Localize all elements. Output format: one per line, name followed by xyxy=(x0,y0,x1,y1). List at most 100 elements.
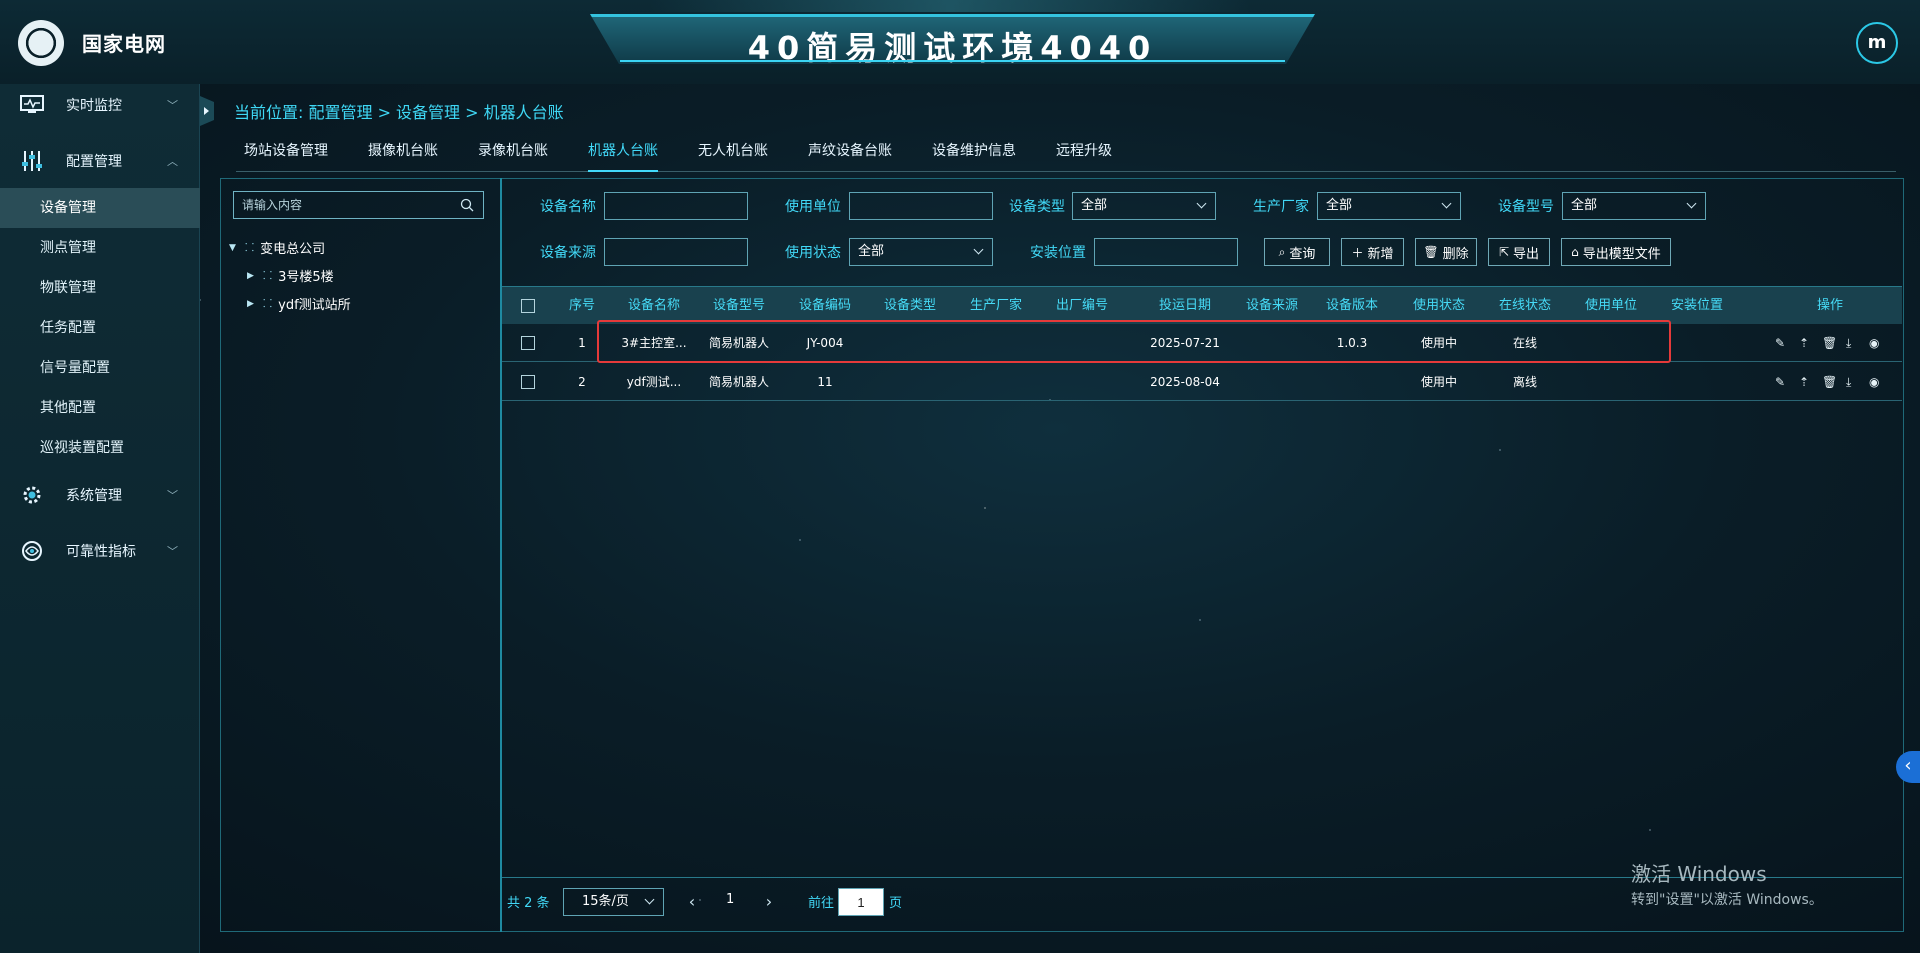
use-unit-input[interactable] xyxy=(849,192,993,220)
submenu-other-config[interactable]: 其他配置 xyxy=(0,388,200,428)
cell-date: 2025-08-04 xyxy=(1150,375,1220,389)
pagination-total: 共 2 条 xyxy=(507,896,550,911)
tree-node-label: 3号楼5楼 xyxy=(278,270,334,285)
sidebar-item-realtime-monitor[interactable]: 实时监控 ﹀ xyxy=(0,84,200,126)
download-icon[interactable]: ⤓ xyxy=(1846,324,1851,362)
home-icon: ⌂ xyxy=(1571,245,1579,259)
row-checkbox[interactable] xyxy=(521,375,535,389)
device-name-input[interactable] xyxy=(604,192,748,220)
tree-search-input[interactable] xyxy=(233,191,484,219)
cell-use-status: 使用中 xyxy=(1420,375,1457,389)
breadcrumb: 当前位置: 配置管理 > 设备管理 > 机器人台账 xyxy=(234,103,564,122)
button-label: 导出 xyxy=(1513,246,1540,262)
select-value: 全部 xyxy=(1081,198,1108,213)
filter-label-device-name: 设备名称 xyxy=(540,199,596,215)
goto-page-input[interactable] xyxy=(838,888,884,916)
device-type-select[interactable]: 全部 xyxy=(1072,192,1216,220)
eye-icon[interactable]: ◉ xyxy=(1869,363,1879,401)
tab-station-devices[interactable]: 场站设备管理 xyxy=(244,140,328,172)
sidebar-collapse-toggle[interactable] xyxy=(200,96,214,126)
install-location-input[interactable] xyxy=(1094,238,1238,266)
tab-voiceprint-ledger[interactable]: 声纹设备台账 xyxy=(808,140,892,172)
cell-maker xyxy=(956,363,1036,401)
page-size-select[interactable]: 15条/页 xyxy=(563,888,664,916)
tab-recorder-ledger[interactable]: 录像机台账 xyxy=(478,140,548,172)
sidebar-item-config[interactable]: 配置管理 ︿ xyxy=(0,140,200,182)
watermark-line2: 转到"设置"以激活 Windows。 xyxy=(1631,892,1823,908)
row-checkbox[interactable] xyxy=(521,336,535,350)
edit-icon[interactable]: ✎ xyxy=(1775,324,1785,362)
cell-source xyxy=(1232,363,1312,401)
chevron-down-icon xyxy=(1441,198,1452,209)
chevron-up-icon: ︿ xyxy=(167,155,178,168)
export-icon: ⇱ xyxy=(1498,245,1510,259)
tab-drone-ledger[interactable]: 无人机台账 xyxy=(698,140,768,172)
export-button[interactable]: ⇱ 导出 xyxy=(1488,238,1550,266)
current-page[interactable]: 1 xyxy=(726,892,734,907)
submenu-measure-point[interactable]: 测点管理 xyxy=(0,228,200,268)
table-header: 序号 设备名称 设备型号 设备编码 设备类型 生产厂家 出厂编号 投运日期 设备… xyxy=(502,286,1902,324)
prev-page-button[interactable]: ‹ xyxy=(684,890,700,914)
manufacturer-select[interactable]: 全部 xyxy=(1317,192,1461,220)
tree-node-child[interactable]: ▶ ⸬ 3号楼5楼 xyxy=(247,266,334,285)
chevron-down-icon xyxy=(644,894,655,905)
edit-icon[interactable]: ✎ xyxy=(1775,363,1785,401)
tree-node-root[interactable]: ▼ ⸬ 变电总公司 xyxy=(229,238,325,257)
gear-icon xyxy=(18,481,46,509)
button-label: 查询 xyxy=(1289,246,1316,262)
tab-maintenance-info[interactable]: 设备维护信息 xyxy=(932,140,1016,172)
search-icon[interactable] xyxy=(460,198,474,212)
delete-button[interactable]: 🗑 删除 xyxy=(1415,238,1477,266)
goto-label: 前往 xyxy=(808,896,835,911)
tab-robot-ledger[interactable]: 机器人台账 xyxy=(588,140,658,172)
filter-label-device-type: 设备类型 xyxy=(1009,199,1065,215)
title-plate: 40简易测试环境4040 xyxy=(590,14,1315,64)
filter-label-device-source: 设备来源 xyxy=(540,245,596,261)
sidebar-item-reliability[interactable]: 可靠性指标 ﹀ xyxy=(0,530,200,572)
sidebar-item-label: 系统管理 xyxy=(66,488,122,504)
use-status-select[interactable]: 全部 xyxy=(849,238,993,266)
sidebar-item-label: 配置管理 xyxy=(66,154,122,170)
org-icon: ⸬ xyxy=(245,241,255,254)
filter-label-use-unit: 使用单位 xyxy=(785,199,841,215)
caret-down-icon: ▼ xyxy=(229,242,236,253)
target-icon xyxy=(18,537,46,565)
avatar[interactable]: m xyxy=(1856,22,1898,64)
table-row[interactable]: 2 ydf测试... 简易机器人 11 2025-08-04 使用中 离线 ✎ … xyxy=(502,363,1902,401)
device-model-select[interactable]: 全部 xyxy=(1562,192,1706,220)
tab-remote-upgrade[interactable]: 远程升级 xyxy=(1056,140,1112,172)
export-model-button[interactable]: ⌂ 导出模型文件 xyxy=(1561,238,1671,266)
device-source-input[interactable] xyxy=(604,238,748,266)
submenu-device-management[interactable]: 设备管理 xyxy=(0,188,200,228)
row-highlight-box xyxy=(597,320,1671,363)
filter-label-install-location: 安装位置 xyxy=(1030,245,1086,261)
trash-icon[interactable]: 🗑 xyxy=(1822,363,1837,401)
sidebar: 实时监控 ﹀ 配置管理 ︿ 设备管理 测点管理 物联管理 任务配置 信号量配置 … xyxy=(0,84,200,953)
submenu-signal-config[interactable]: 信号量配置 xyxy=(0,348,200,388)
tab-camera-ledger[interactable]: 摄像机台账 xyxy=(368,140,438,172)
sidebar-item-system[interactable]: 系统管理 ﹀ xyxy=(0,474,200,516)
filter-label-manufacturer: 生产厂家 xyxy=(1253,199,1309,215)
submenu-iot[interactable]: 物联管理 xyxy=(0,268,200,308)
side-expand-button[interactable]: ‹ xyxy=(1896,751,1920,783)
logo-icon xyxy=(18,20,64,66)
select-all-checkbox[interactable] xyxy=(521,299,535,313)
add-button[interactable]: ＋ 新增 xyxy=(1341,238,1404,266)
chevron-down-icon: ﹀ xyxy=(167,99,178,112)
submenu-task-config[interactable]: 任务配置 xyxy=(0,308,200,348)
upload-icon[interactable]: ⇡ xyxy=(1799,324,1809,362)
watermark-line1: 激活 Windows xyxy=(1631,862,1767,886)
next-page-button[interactable]: › xyxy=(761,890,777,914)
cell-type xyxy=(870,363,950,401)
trash-icon: 🗑 xyxy=(1423,245,1439,259)
download-icon[interactable]: ⤓ xyxy=(1846,363,1851,401)
select-value: 全部 xyxy=(1571,198,1598,213)
eye-icon[interactable]: ◉ xyxy=(1869,324,1879,362)
chevron-down-icon xyxy=(1196,198,1207,209)
query-button[interactable]: ⌕ 查询 xyxy=(1264,238,1330,266)
select-value: 全部 xyxy=(1326,198,1353,213)
trash-icon[interactable]: 🗑 xyxy=(1822,324,1837,362)
upload-icon[interactable]: ⇡ xyxy=(1799,363,1809,401)
submenu-patrol-device-config[interactable]: 巡视装置配置 xyxy=(0,428,200,468)
tree-node-child[interactable]: ▶ ⸬ ydf测试站所 xyxy=(247,294,351,313)
